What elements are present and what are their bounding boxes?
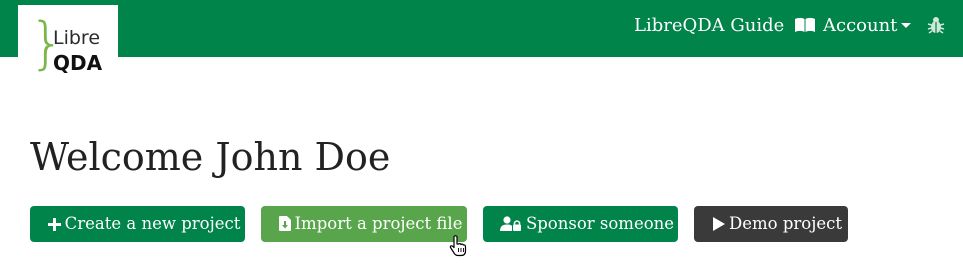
bug-icon[interactable] [926,15,946,35]
sponsor-label: Sponsor someone [525,214,675,233]
plus-icon [47,218,61,231]
user-lock-icon [499,216,521,231]
import-project-button[interactable]: Import a project file [261,206,467,242]
create-project-label: Create a new project [64,214,241,233]
demo-project-button[interactable]: Demo project [694,206,848,242]
demo-project-label: Demo project [729,214,842,233]
logo-text-libre: Libre [53,27,101,49]
chevron-down-icon [901,23,912,28]
top-navbar: } Libre QDA LibreQDA Guide Account [0,0,963,85]
play-icon [713,217,726,231]
nav-guide-label: LibreQDA Guide [634,15,785,36]
create-project-button[interactable]: Create a new project [30,206,245,242]
file-import-icon [278,216,291,231]
nav-libreqda-guide-link[interactable]: LibreQDA Guide [634,14,816,38]
import-project-label: Import a project file [294,214,463,233]
page-title: Welcome John Doe [30,135,391,179]
sponsor-button[interactable]: Sponsor someone [483,206,678,242]
nav-account-label: Account [823,15,898,36]
logo-text-qda: QDA [53,51,103,75]
nav-account-dropdown[interactable]: Account [823,14,912,38]
book-open-icon [795,17,816,32]
hand-pointer-cursor-icon [449,235,467,257]
libreqda-logo[interactable]: } Libre QDA [18,5,118,85]
